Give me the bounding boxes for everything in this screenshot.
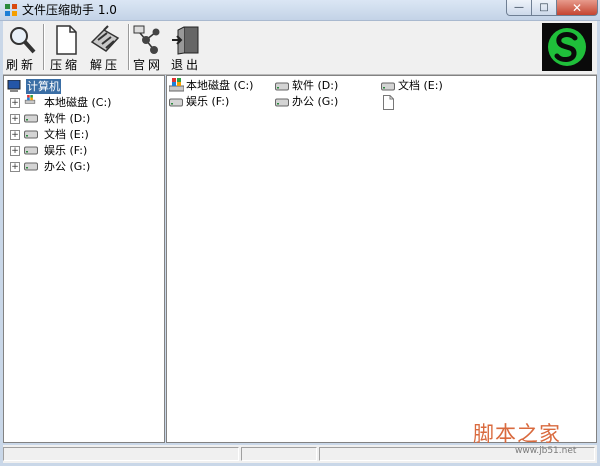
close-button[interactable]: ✕ — [556, 0, 598, 16]
drive-icon — [275, 98, 289, 107]
computer-icon — [7, 80, 21, 92]
drive-icon — [275, 82, 289, 91]
folder-tree[interactable]: 计算机 + 本地磁盘 (C:) + 软件 (D:) + 文档 (E:) + 娱乐… — [3, 75, 165, 443]
system-drive-icon — [24, 95, 36, 104]
extract-button[interactable]: 解压 — [87, 21, 125, 73]
drive-icon — [24, 162, 38, 171]
tree-root[interactable]: 计算机 — [7, 79, 157, 94]
tree-item[interactable]: + 本地磁盘 (C:) — [10, 95, 160, 110]
tree-item-label: 娱乐 (F:) — [44, 144, 88, 157]
file-item-label: 办公 (G:) — [292, 95, 339, 108]
compress-label: 压缩 — [50, 58, 81, 72]
tree-item-label: 本地磁盘 (C:) — [44, 96, 112, 109]
exit-button[interactable]: 退出 — [169, 21, 205, 73]
blank-file-icon — [383, 95, 394, 110]
extract-icon — [90, 25, 120, 52]
watermark: 脚本之家 www.jb51.net — [473, 418, 587, 458]
maximize-button[interactable]: □ — [531, 0, 557, 16]
refresh-button[interactable]: 刷新 — [5, 21, 39, 73]
toolbar: 刷新 压缩 解压 官网 退出 — [3, 21, 597, 75]
exit-label: 退出 — [171, 58, 202, 72]
watermark-url: www.jb51.net — [515, 446, 577, 456]
file-item-label: 娱乐 (F:) — [186, 95, 230, 108]
status-cell — [3, 447, 239, 461]
logo-s-icon — [548, 28, 586, 66]
file-item-label: 文档 (E:) — [398, 79, 443, 92]
app-icon — [5, 4, 17, 16]
minimize-button[interactable]: — — [506, 0, 532, 16]
tree-item[interactable]: + 软件 (D:) — [10, 111, 160, 126]
drive-icon — [169, 98, 183, 107]
file-item[interactable] — [383, 95, 395, 110]
document-icon — [56, 25, 77, 55]
tree-item-label: 软件 (D:) — [44, 112, 91, 125]
tree-item-label: 文档 (E:) — [44, 128, 89, 141]
drive-icon — [381, 82, 395, 91]
expand-icon[interactable]: + — [10, 98, 20, 108]
file-list[interactable]: 本地磁盘 (C:) 娱乐 (F:) 软件 (D:) 办公 (G:) 文档 (E:… — [166, 75, 597, 443]
system-drive-icon — [169, 78, 184, 92]
expand-icon[interactable]: + — [10, 130, 20, 140]
tree-item[interactable]: + 文档 (E:) — [10, 127, 160, 142]
expand-icon[interactable]: + — [10, 146, 20, 156]
refresh-label: 刷新 — [6, 58, 37, 72]
tree-item-label: 办公 (G:) — [44, 160, 91, 173]
drive-icon — [24, 114, 38, 123]
title-bar: 文件压缩助手 1.0 — □ ✕ — [0, 0, 600, 21]
extract-label: 解压 — [90, 58, 121, 72]
tree-item[interactable]: + 办公 (G:) — [10, 159, 160, 174]
toolbar-separator — [128, 24, 130, 70]
window-title: 文件压缩助手 1.0 — [22, 3, 117, 17]
exit-door-icon — [172, 26, 199, 55]
refresh-magnifier-icon — [10, 27, 36, 54]
file-item-label: 本地磁盘 (C:) — [186, 79, 254, 92]
close-icon: ✕ — [571, 0, 583, 15]
expand-icon[interactable]: + — [10, 114, 20, 124]
expand-icon[interactable]: + — [10, 162, 20, 172]
website-button[interactable]: 官网 — [131, 21, 167, 73]
file-item-label: 软件 (D:) — [292, 79, 339, 92]
network-icon — [133, 25, 160, 54]
drive-icon — [24, 130, 38, 139]
app-logo — [542, 23, 592, 71]
minimize-icon: — — [514, 2, 524, 13]
tree-root-label: 计算机 — [26, 79, 61, 94]
status-cell — [241, 447, 317, 461]
maximize-icon: □ — [539, 2, 549, 13]
compress-button[interactable]: 压缩 — [47, 21, 85, 73]
website-label: 官网 — [133, 58, 164, 72]
drive-icon — [24, 146, 38, 155]
toolbar-separator — [43, 24, 45, 70]
tree-item[interactable]: + 娱乐 (F:) — [10, 143, 160, 158]
watermark-text: 脚本之家 — [473, 422, 561, 446]
